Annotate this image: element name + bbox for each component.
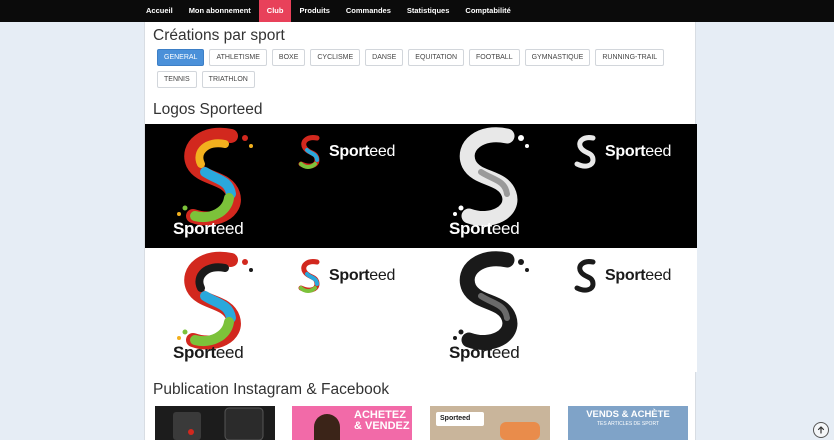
nav-item-comptabilite[interactable]: Comptabilité [457,0,518,22]
shoe-photo [500,422,540,440]
publication-thumb-2[interactable]: ACHETEZ & VENDEZ [292,406,412,440]
logo-black-small-light[interactable]: Sporteed [567,248,705,372]
sporteed-s-mark-color-small-icon [298,259,320,293]
sporteed-wordmark-white-small: Sporteed [605,143,672,160]
sport-chip-tennis[interactable]: TENNIS [157,71,197,88]
sport-filter-chips: GENERAL ATHLETISME BOXE CYCLISME DANSE E… [157,49,687,88]
logo-row-dark: Sporteed Sporteed Sporteed Sporteed [145,124,697,248]
sporteed-wordmark-black: Sporteed [449,343,520,362]
top-navbar: Accueil Mon abonnement Club Produits Com… [0,0,834,22]
sporteed-wordmark-dark: Sporteed [173,343,244,362]
thumb-4-subcaption: TES ARTICLES DE SPORT [596,421,660,427]
sport-chip-equitation[interactable]: EQUITATION [408,49,465,66]
logo-row-light: Sporteed Sporteed Sporteed Sporteed [145,248,697,372]
logos-title: Logos Sporteed [153,101,263,118]
nav-item-club[interactable]: Club [258,0,292,22]
person-photo [314,414,340,440]
nav-menu: Accueil Mon abonnement Club Produits Com… [138,0,519,22]
publication-thumb-1[interactable] [155,406,275,440]
creations-title: Créations par sport [153,27,285,44]
arrow-up-icon [817,426,825,434]
sport-chip-running-trail[interactable]: RUNNING-TRAIL [595,49,665,66]
thumb-3-caption: Sporteed [436,412,484,426]
sporteed-s-mark-white-small-icon [574,135,596,169]
sport-chip-danse[interactable]: DANSE [365,49,404,66]
sporteed-wordmark-small: Sporteed [329,143,396,160]
sport-chip-football[interactable]: FOOTBALL [469,49,520,66]
main-content-panel: Créations par sport GENERAL ATHLETISME B… [144,22,697,440]
logo-color-large-dark[interactable]: Sporteed [145,124,283,248]
nav-item-commandes[interactable]: Commandes [338,0,399,22]
sport-chip-cyclisme[interactable]: CYCLISME [310,49,361,66]
publication-thumb-3[interactable]: Sporteed [430,406,550,440]
sport-chip-triathlon[interactable]: TRIATHLON [201,71,255,88]
nav-item-mon-abonnement[interactable]: Mon abonnement [181,0,259,22]
thumb-2-caption: ACHETEZ & VENDEZ [354,409,410,432]
logo-white-large-dark[interactable]: Sporteed [421,124,559,248]
sporteed-s-mark-black-small-icon [574,259,596,293]
publication-thumbnails: ACHETEZ & VENDEZ Sporteed VENDS & ACHÈTE… [145,406,697,440]
nav-item-accueil[interactable]: Accueil [138,0,181,22]
sport-chip-general[interactable]: GENERAL [157,49,205,66]
thumb-4-caption: VENDS & ACHÈTE [586,409,670,420]
sporteed-wordmark-black-small: Sporteed [605,267,672,284]
sporteed-wordmark-white: Sporteed [449,219,520,238]
logo-color-large-light[interactable]: Sporteed [145,248,283,372]
sport-chip-boxe[interactable]: BOXE [271,49,306,66]
scroll-to-top-button[interactable] [813,422,829,438]
publication-thumb-4[interactable]: VENDS & ACHÈTE TES ARTICLES DE SPORT [568,406,688,440]
product-photo-icon [155,406,275,440]
nav-item-statistiques[interactable]: Statistiques [399,0,458,22]
sport-chip-gymnastique[interactable]: GYMNASTIQUE [524,49,591,66]
publication-title: Publication Instagram & Facebook [153,381,390,398]
nav-item-produits[interactable]: Produits [291,0,337,22]
sport-chip-athletisme[interactable]: ATHLETISME [209,49,267,66]
logo-color-small-dark[interactable]: Sporteed [291,124,429,248]
sporteed-s-mark-small-icon [298,135,320,169]
logo-color-small-light[interactable]: Sporteed [291,248,429,372]
sporteed-wordmark-dark-small: Sporteed [329,267,396,284]
logo-black-large-light[interactable]: Sporteed [421,248,559,372]
sporteed-wordmark: Sporteed [173,219,244,238]
logo-white-small-dark[interactable]: Sporteed [567,124,705,248]
